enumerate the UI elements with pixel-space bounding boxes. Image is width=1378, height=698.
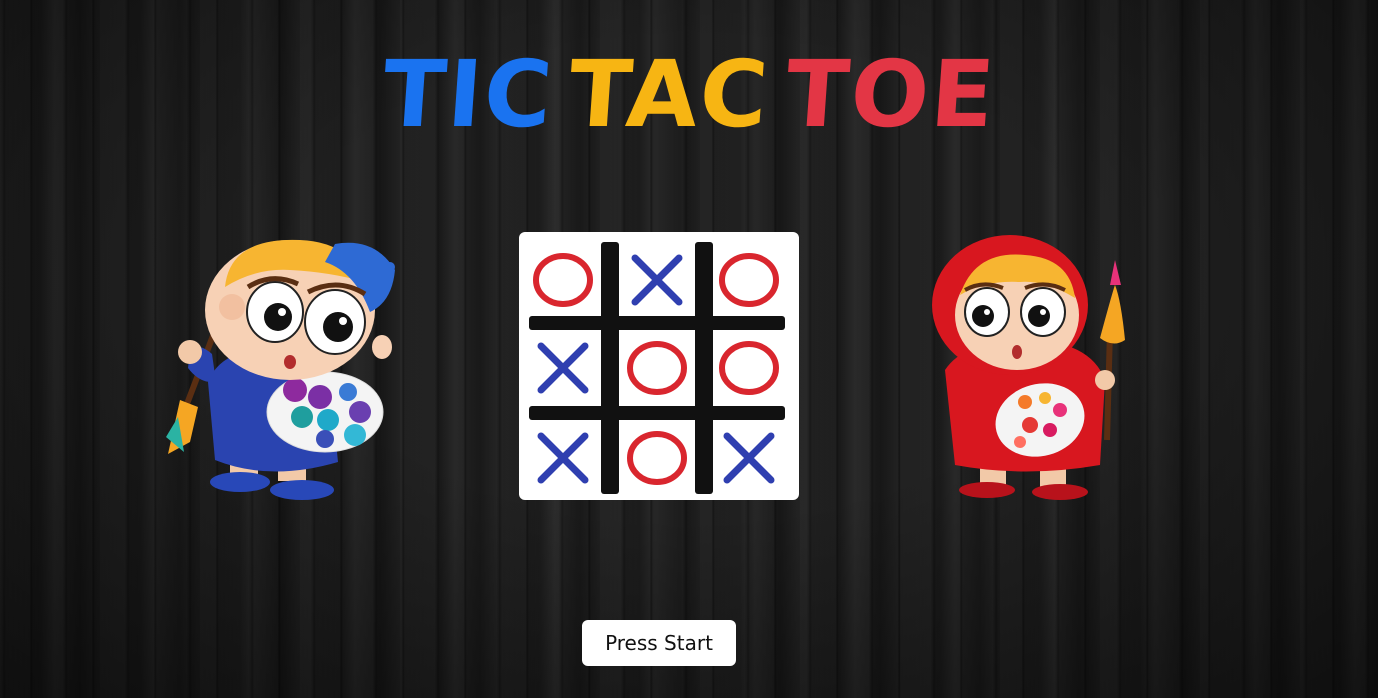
title-word-tic: TIC	[378, 41, 557, 148]
x-mark	[631, 254, 683, 306]
grid-line	[529, 316, 785, 330]
girl-painter-icon	[932, 235, 1125, 500]
grid-line	[601, 242, 619, 494]
board-grid	[529, 242, 785, 494]
boy-painter-icon	[166, 239, 395, 500]
o-mark	[627, 341, 687, 395]
o-mark	[627, 431, 687, 485]
board-preview	[519, 232, 799, 500]
o-mark	[719, 253, 779, 307]
title-word-tac: TAC	[565, 41, 774, 148]
x-mark	[723, 432, 775, 484]
o-mark	[719, 341, 779, 395]
press-start-button[interactable]: Press Start	[582, 620, 736, 666]
title-word-toe: TOE	[781, 41, 1000, 148]
grid-line	[529, 406, 785, 420]
o-mark	[533, 253, 593, 307]
game-title: TICTACTOE	[0, 40, 1378, 150]
x-mark	[537, 342, 589, 394]
grid-line	[695, 242, 713, 494]
x-mark	[537, 432, 589, 484]
